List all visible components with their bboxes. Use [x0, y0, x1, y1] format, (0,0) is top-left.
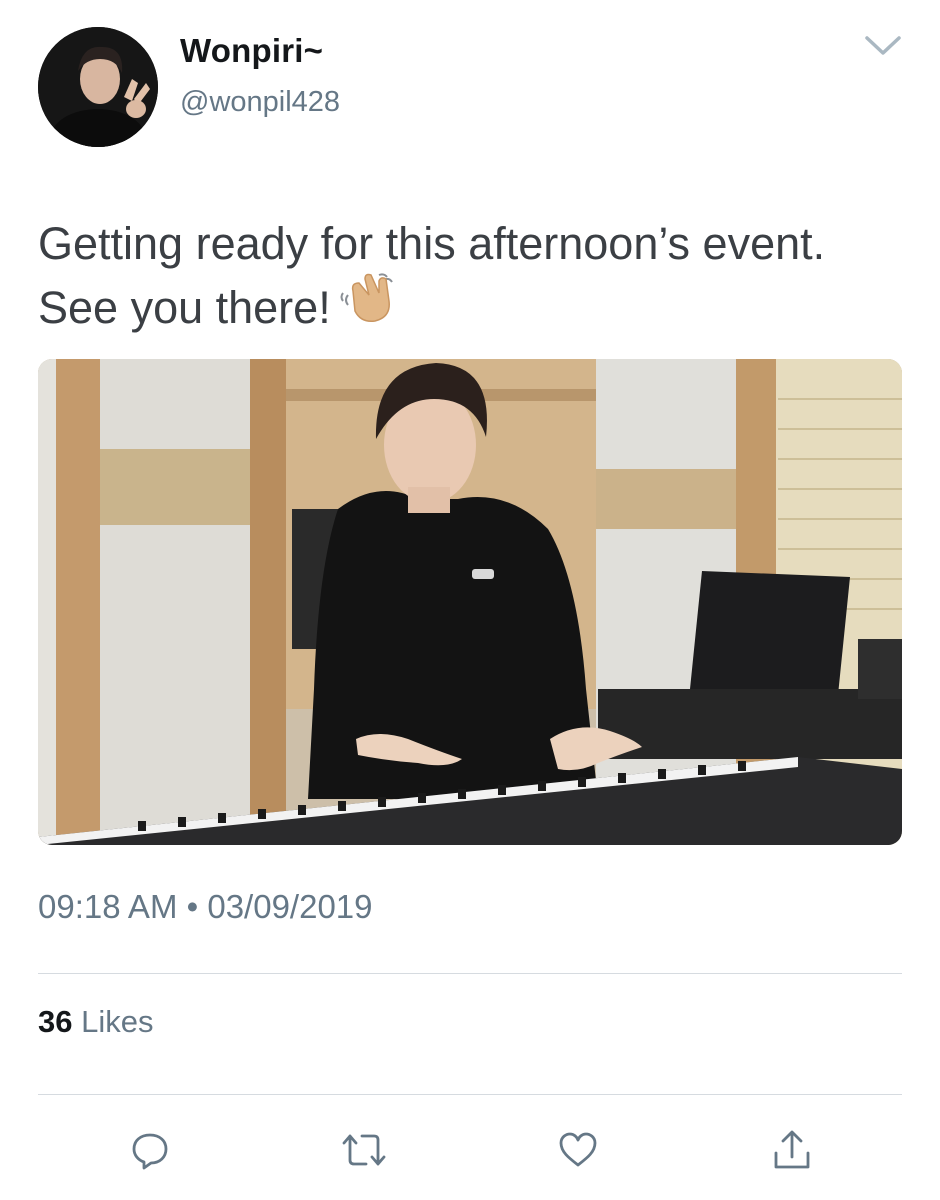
timestamp-separator: • — [186, 888, 199, 925]
likes-label: Likes — [81, 1004, 154, 1039]
likes-count: 36 — [38, 1004, 73, 1039]
action-bar — [38, 1118, 902, 1182]
tweet-text: Getting ready for this afternoon’s event… — [38, 212, 898, 340]
chevron-down-icon[interactable] — [858, 28, 908, 64]
retweet-icon[interactable] — [332, 1118, 396, 1182]
studio-photo — [38, 359, 902, 845]
tweet-date: 03/09/2019 — [207, 888, 373, 925]
avatar-photo — [38, 27, 158, 147]
share-icon[interactable] — [760, 1118, 824, 1182]
waving-hand-emoji-icon — [339, 271, 401, 340]
divider-top — [38, 973, 902, 974]
divider-bottom — [38, 1094, 902, 1095]
heart-icon[interactable] — [546, 1118, 610, 1182]
display-name[interactable]: Wonpiri~ — [180, 32, 323, 70]
tweet-timestamp[interactable]: 09:18 AM • 03/09/2019 — [38, 888, 373, 926]
likes-stat[interactable]: 36 Likes — [38, 1004, 153, 1040]
tweet-time: 09:18 AM — [38, 888, 178, 925]
tweet-card: Wonpiri~ @wonpil428 Getting ready for th… — [0, 0, 940, 1200]
reply-icon[interactable] — [118, 1118, 182, 1182]
tweet-media-image[interactable] — [38, 359, 902, 845]
avatar[interactable] — [38, 27, 158, 147]
tweet-body: Getting ready for this afternoon’s event… — [38, 218, 826, 333]
user-handle[interactable]: @wonpil428 — [180, 86, 340, 119]
